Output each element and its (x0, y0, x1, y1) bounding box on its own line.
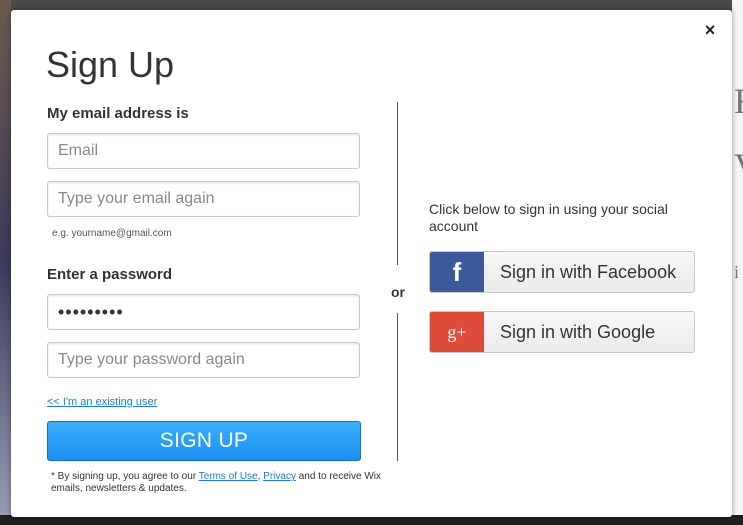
facebook-sign-in-label: Sign in with Facebook (500, 262, 677, 282)
sign-up-button[interactable]: SIGN UP (47, 421, 361, 461)
signup-modal: × Sign Up My email address is e.g. yourn… (11, 10, 732, 517)
email-section-label: My email address is (47, 105, 189, 122)
background-glyph: F (734, 80, 743, 122)
terms-prefix: * By signing up, you agree to our (51, 471, 199, 482)
google-plus-icon: g+ (430, 312, 484, 352)
facebook-sign-in-button[interactable]: f Sign in with Facebook (429, 251, 695, 293)
email-confirm-field[interactable] (47, 181, 360, 217)
google-sign-in-label: Sign in with Google (500, 322, 656, 342)
password-confirm-field[interactable] (47, 342, 360, 378)
divider-bottom (397, 313, 398, 461)
background-content-right: F V i (732, 0, 743, 525)
social-prompt: Click below to sign in using your social… (429, 201, 668, 234)
page-title: Sign Up (46, 44, 175, 85)
or-separator: or (391, 284, 405, 300)
password-field[interactable] (47, 294, 360, 330)
close-icon[interactable]: × (702, 21, 718, 39)
existing-user-link[interactable]: << I'm an existing user (47, 396, 157, 408)
background-glyph: i (734, 262, 740, 282)
background-glyph: V (734, 145, 743, 187)
terms-of-use-link[interactable]: Terms of Use (199, 471, 258, 482)
email-field[interactable] (47, 133, 360, 169)
terms-notice: * By signing up, you agree to our Terms … (51, 471, 411, 495)
google-sign-in-button[interactable]: g+ Sign in with Google (429, 311, 695, 353)
email-hint: e.g. yourname@gmail.com (52, 228, 172, 239)
facebook-icon: f (430, 252, 484, 292)
background-image-left (0, 0, 11, 525)
password-section-label: Enter a password (47, 266, 173, 283)
divider-top (397, 102, 398, 265)
privacy-link[interactable]: Privacy (263, 471, 296, 482)
